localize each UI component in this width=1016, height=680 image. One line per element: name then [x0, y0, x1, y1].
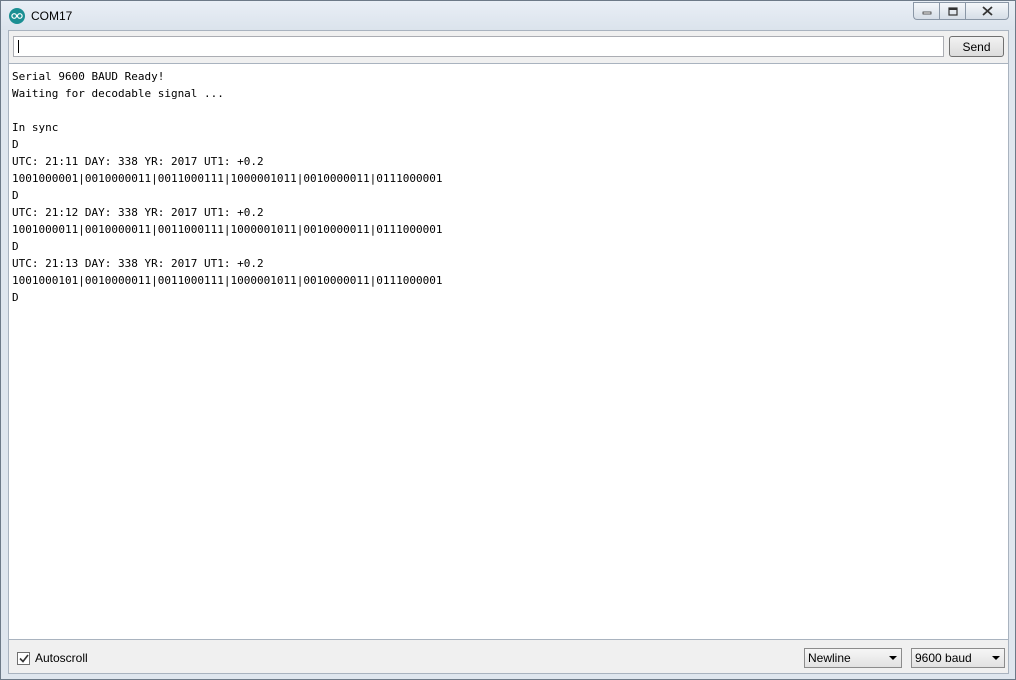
- output-line: D: [12, 189, 19, 202]
- output-line: 1001000101|0010000011|0011000111|1000001…: [12, 274, 443, 287]
- output-line: Waiting for decodable signal ...: [12, 87, 224, 100]
- minimize-button[interactable]: [913, 2, 939, 20]
- serial-output[interactable]: Serial 9600 BAUD Ready! Waiting for decod…: [9, 63, 1008, 640]
- output-line: 1001000001|0010000011|0011000111|1000001…: [12, 172, 443, 185]
- output-line: UTC: 21:13 DAY: 338 YR: 2017 UT1: +0.2: [12, 257, 264, 270]
- autoscroll-label: Autoscroll: [35, 651, 88, 665]
- autoscroll-checkbox[interactable]: [17, 651, 30, 665]
- output-line: Serial 9600 BAUD Ready!: [12, 70, 165, 83]
- baud-rate-value: 9600 baud: [915, 651, 972, 665]
- checkmark-icon: [18, 654, 29, 663]
- maximize-button[interactable]: [939, 2, 965, 20]
- text-caret: [18, 40, 19, 53]
- maximize-icon: [947, 6, 958, 16]
- output-line: D: [12, 240, 19, 253]
- output-line: 1001000011|0010000011|0011000111|1000001…: [12, 223, 443, 236]
- line-ending-value: Newline: [808, 651, 851, 665]
- output-line: In sync: [12, 121, 59, 134]
- output-line: UTC: 21:12 DAY: 338 YR: 2017 UT1: +0.2: [12, 206, 264, 219]
- send-button[interactable]: Send: [949, 36, 1004, 57]
- window-title: COM17: [31, 9, 73, 23]
- arduino-icon: [9, 8, 25, 24]
- chevron-down-icon: [992, 656, 1000, 660]
- autoscroll-toggle[interactable]: Autoscroll: [17, 651, 88, 665]
- output-line: D: [12, 138, 19, 151]
- baud-rate-select[interactable]: 9600 baud: [911, 648, 1005, 668]
- line-ending-select[interactable]: Newline: [804, 648, 902, 668]
- minimize-icon: [922, 11, 931, 15]
- serial-monitor-window: COM17 Send Serial 9600 BAUD Ready! Waiti…: [0, 0, 1016, 680]
- close-button[interactable]: [965, 2, 1009, 20]
- close-icon: [981, 6, 993, 16]
- chevron-down-icon: [889, 656, 897, 660]
- output-line: UTC: 21:11 DAY: 338 YR: 2017 UT1: +0.2: [12, 155, 264, 168]
- send-input[interactable]: [13, 36, 944, 57]
- title-bar[interactable]: COM17: [1, 1, 1015, 30]
- footer-bar: Autoscroll Newline 9600 baud: [9, 641, 1008, 673]
- monitor-client-area: Send Serial 9600 BAUD Ready! Waiting for …: [8, 30, 1009, 674]
- window-controls: [913, 2, 1009, 20]
- output-line: D: [12, 291, 19, 304]
